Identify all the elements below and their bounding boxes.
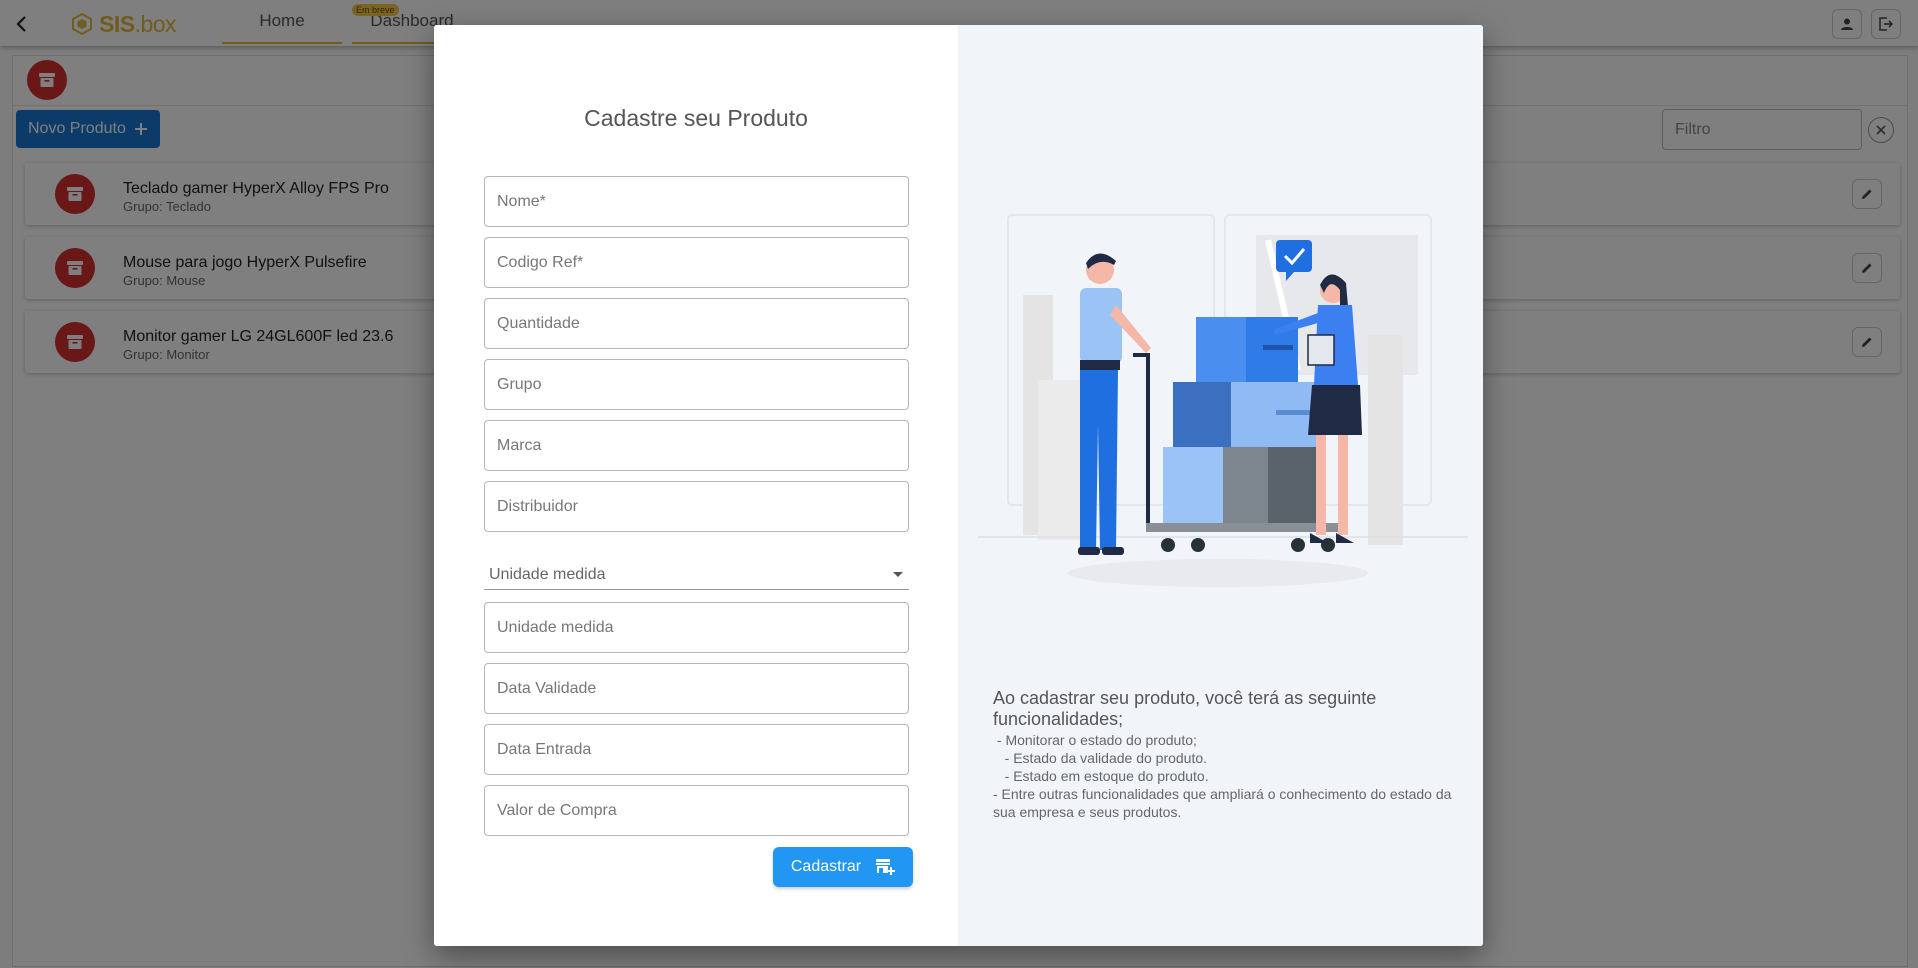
quantity-input[interactable] bbox=[497, 314, 896, 333]
entry-date-field[interactable] bbox=[484, 724, 909, 775]
info-line: - Entre outras funcionalidades que ampli… bbox=[993, 786, 1452, 820]
info-line: - Estado em estoque do produto. bbox=[993, 768, 1209, 784]
register-button-label: Cadastrar bbox=[790, 858, 862, 875]
brand-field[interactable] bbox=[484, 420, 909, 471]
brand-input[interactable] bbox=[497, 436, 896, 455]
register-button[interactable]: Cadastrar bbox=[773, 847, 913, 887]
info-line: - Estado da validade do produto. bbox=[993, 750, 1208, 766]
ref-code-field[interactable] bbox=[484, 237, 909, 288]
unit-field[interactable] bbox=[484, 602, 909, 653]
unit-select-label: Unidade medida bbox=[489, 565, 606, 583]
info-list: - Monitorar o estado do produto; - Estad… bbox=[993, 731, 1453, 821]
name-field[interactable] bbox=[484, 176, 909, 227]
modal-title: Cadastre seu Produto bbox=[584, 105, 808, 131]
unit-input[interactable] bbox=[497, 618, 896, 637]
delivery-illustration bbox=[978, 214, 1468, 587]
ref-code-input[interactable] bbox=[497, 253, 896, 272]
entry-date-input[interactable] bbox=[497, 740, 896, 759]
expiry-date-input[interactable] bbox=[497, 679, 896, 698]
info-panel: Ao cadastrar seu produto, você terá as s… bbox=[958, 25, 1483, 946]
distributor-input[interactable] bbox=[497, 497, 896, 516]
form-panel: Cadastre seu Produto Unidade medida Cada… bbox=[434, 25, 958, 946]
unit-select[interactable]: Unidade medida bbox=[484, 560, 909, 590]
info-line: - Monitorar o estado do produto; bbox=[993, 732, 1197, 748]
expiry-date-field[interactable] bbox=[484, 663, 909, 714]
purchase-value-input[interactable] bbox=[497, 801, 896, 820]
group-field[interactable] bbox=[484, 359, 909, 410]
store-add-icon bbox=[876, 859, 896, 875]
product-register-modal: Cadastre seu Produto Unidade medida Cada… bbox=[434, 25, 1483, 946]
distributor-field[interactable] bbox=[484, 481, 909, 532]
quantity-field[interactable] bbox=[484, 298, 909, 349]
chevron-down-icon bbox=[893, 572, 903, 577]
purchase-value-field[interactable] bbox=[484, 785, 909, 836]
info-title: Ao cadastrar seu produto, você terá as s… bbox=[993, 688, 1377, 729]
name-input[interactable] bbox=[497, 192, 896, 211]
group-input[interactable] bbox=[497, 375, 896, 394]
